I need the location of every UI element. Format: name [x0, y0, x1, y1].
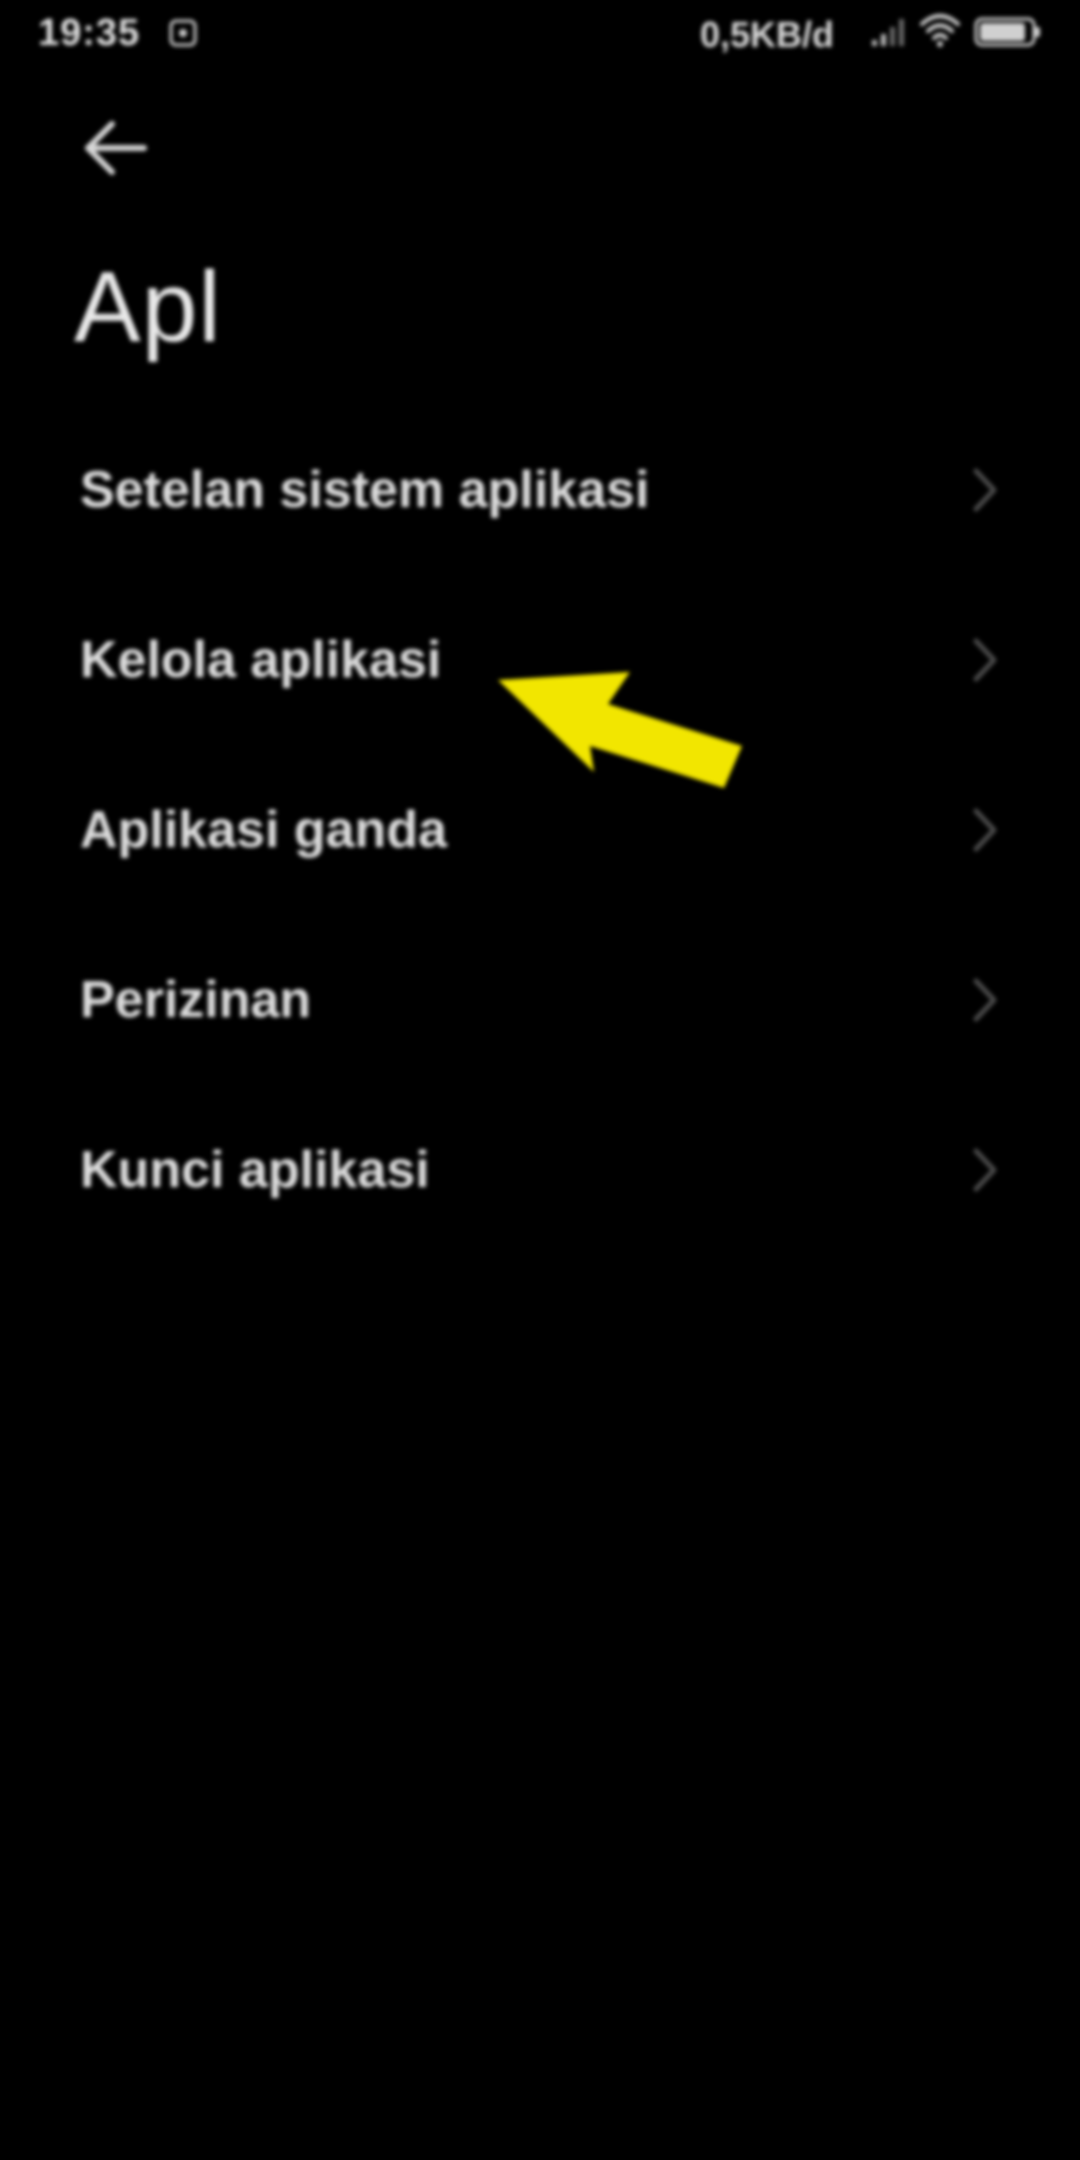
battery-icon: [974, 17, 1040, 47]
menu-item-perizinan[interactable]: Perizinan: [0, 915, 1080, 1085]
chevron-right-icon: [973, 1148, 997, 1192]
notification-icon: [169, 19, 197, 47]
status-bar: 19:35 0,5KB/d: [0, 0, 1080, 70]
wifi-icon: [920, 14, 960, 47]
status-time: 19:35: [38, 12, 141, 54]
page-title: Apl: [74, 251, 222, 363]
network-speed: 0,5KB/d: [700, 14, 835, 55]
menu-item-kunci-aplikasi[interactable]: Kunci aplikasi: [0, 1085, 1080, 1255]
menu-item-label: Setelan sistem aplikasi: [80, 461, 650, 519]
menu-item-label: Aplikasi ganda: [80, 801, 447, 859]
chevron-right-icon: [973, 468, 997, 512]
signal-icon: [872, 19, 904, 46]
yellow-arrow-icon: [498, 672, 742, 788]
menu-item-label: Perizinan: [80, 971, 312, 1029]
app-settings-screen: 19:35 0,5KB/d Apl Setelan sistem aplikas…: [0, 0, 1080, 2160]
chevron-right-icon: [973, 808, 997, 852]
menu-item-label: Kunci aplikasi: [80, 1141, 430, 1199]
chevron-right-icon: [973, 978, 997, 1022]
chevron-right-icon: [973, 638, 997, 682]
back-arrow-icon[interactable]: [78, 110, 154, 186]
menu-item-label: Kelola aplikasi: [80, 631, 442, 689]
menu-item-setelan-sistem-aplikasi[interactable]: Setelan sistem aplikasi: [0, 405, 1080, 575]
